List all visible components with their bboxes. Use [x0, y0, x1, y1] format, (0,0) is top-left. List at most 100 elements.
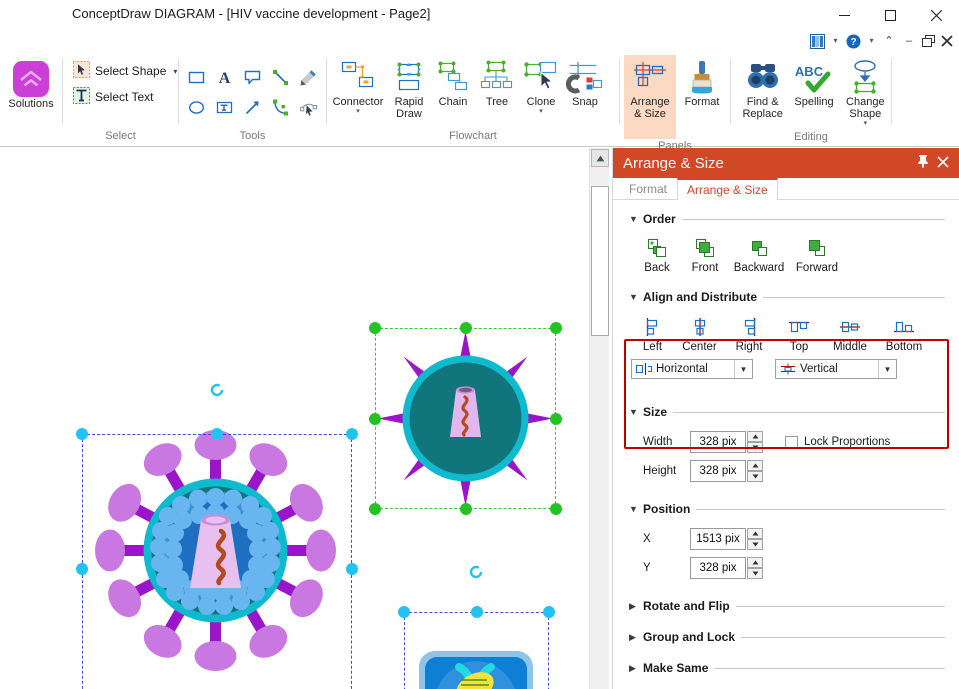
section-group-and-lock[interactable]: ▶ Group and Lock: [613, 626, 959, 648]
align-center-button[interactable]: Center: [676, 315, 723, 353]
edit-points-tool[interactable]: [295, 92, 323, 122]
order-backward-button[interactable]: Backward: [729, 236, 789, 274]
section-size[interactable]: ▼ Size: [613, 401, 959, 423]
section-position[interactable]: ▼ Position: [613, 498, 959, 520]
resize-handle-ne[interactable]: [550, 322, 562, 334]
doc-minimize-icon[interactable]: –: [900, 30, 918, 52]
y-stepper[interactable]: 328 pix: [690, 557, 763, 579]
align-bottom-button[interactable]: Bottom: [877, 315, 931, 353]
drawing-canvas[interactable]: [0, 148, 585, 689]
clone-dropdown-caret[interactable]: ▾: [539, 108, 543, 116]
resize-handle-sw[interactable]: [369, 503, 381, 515]
snap-button[interactable]: Snap: [563, 55, 607, 110]
doc-close-icon[interactable]: [939, 30, 955, 52]
arrange-size-button[interactable]: Arrange & Size: [624, 55, 676, 139]
resize-handle-nw[interactable]: [76, 428, 88, 440]
resize-handle-n[interactable]: [211, 428, 223, 440]
section-rotate-and-flip[interactable]: ▶ Rotate and Flip: [613, 595, 959, 617]
tab-format[interactable]: Format: [619, 178, 677, 199]
x-stepper[interactable]: 1513 pix: [690, 528, 763, 550]
connector-button[interactable]: Connector ▾: [329, 55, 387, 118]
select-shape-button[interactable]: Select Shape ▾: [71, 58, 181, 84]
align-middle-button[interactable]: Middle: [823, 315, 877, 353]
change-shape-dropdown-caret[interactable]: ▾: [864, 120, 868, 128]
width-decrement-button[interactable]: [747, 442, 763, 453]
help-dropdown-caret[interactable]: ▾: [865, 30, 878, 52]
tree-button[interactable]: Tree: [475, 55, 519, 110]
width-input[interactable]: 328 pix: [690, 431, 746, 453]
resize-handle-w[interactable]: [369, 412, 381, 425]
align-top-button[interactable]: Top: [775, 315, 823, 353]
help-icon[interactable]: ?: [844, 30, 863, 52]
resize-handle-se[interactable]: [550, 503, 562, 515]
ellipse-tool[interactable]: [183, 92, 211, 122]
align-right-button[interactable]: Right: [723, 315, 775, 353]
vertical-scrollbar[interactable]: [589, 148, 609, 689]
x-input[interactable]: 1513 pix: [690, 528, 746, 550]
callout-tool[interactable]: [239, 62, 267, 92]
resize-handle-n[interactable]: [470, 606, 483, 618]
y-increment-button[interactable]: [747, 557, 763, 568]
y-input[interactable]: 328 pix: [690, 557, 746, 579]
panels-dropdown-caret[interactable]: ▾: [829, 30, 842, 52]
doc-restore-icon[interactable]: [920, 30, 937, 52]
distribute-vertical-combo[interactable]: Vertical ▼: [775, 359, 897, 379]
tab-arrange-size[interactable]: Arrange & Size: [677, 178, 778, 200]
chevron-down-icon[interactable]: ▼: [878, 360, 896, 378]
distribute-horizontal-combo[interactable]: Horizontal ▼: [631, 359, 753, 379]
spelling-button[interactable]: ABC Spelling: [788, 55, 839, 110]
close-button[interactable]: [913, 0, 959, 30]
line-tool[interactable]: [267, 62, 295, 92]
order-back-button[interactable]: Back: [633, 236, 681, 274]
connector-dropdown-caret[interactable]: ▾: [356, 108, 360, 116]
resize-handle-nw[interactable]: [398, 606, 410, 618]
lock-proportions-checkbox[interactable]: Lock Proportions: [785, 435, 890, 449]
order-front-button[interactable]: Front: [681, 236, 729, 274]
minimize-button[interactable]: [821, 0, 867, 30]
scroll-up-button[interactable]: [591, 149, 609, 167]
align-left-button[interactable]: Left: [629, 315, 676, 353]
close-icon[interactable]: [933, 153, 953, 173]
rectangle-tool[interactable]: [183, 62, 211, 92]
chevron-down-icon[interactable]: ▼: [734, 360, 752, 378]
height-decrement-button[interactable]: [747, 471, 763, 482]
height-input[interactable]: 328 pix: [690, 460, 746, 482]
width-increment-button[interactable]: [747, 431, 763, 442]
resize-handle-e[interactable]: [550, 412, 562, 425]
rapid-draw-button[interactable]: Rapid Draw: [387, 55, 431, 122]
section-make-same[interactable]: ▶ Make Same: [613, 657, 959, 679]
x-increment-button[interactable]: [747, 528, 763, 539]
restore-ribbon-icon[interactable]: ⌃: [880, 30, 898, 52]
text-tool[interactable]: A: [211, 62, 239, 92]
rotation-handle-hiv-virus-large[interactable]: [209, 382, 225, 398]
chain-button[interactable]: Chain: [431, 55, 475, 110]
curve-tool[interactable]: [267, 92, 295, 122]
resize-handle-ne[interactable]: [543, 606, 555, 618]
panels-icon[interactable]: [808, 30, 827, 52]
text-box-tool[interactable]: [211, 92, 239, 122]
select-shape-dropdown-caret[interactable]: ▾: [173, 67, 177, 76]
section-order[interactable]: ▼ Order: [613, 208, 959, 230]
height-increment-button[interactable]: [747, 460, 763, 471]
change-shape-button[interactable]: Change Shape ▾: [840, 55, 891, 130]
section-align-distribute[interactable]: ▼ Align and Distribute: [613, 286, 959, 308]
width-stepper[interactable]: 328 pix: [690, 431, 763, 453]
find-replace-button[interactable]: Find & Replace: [737, 55, 788, 122]
resize-handle-w[interactable]: [76, 563, 88, 575]
order-forward-button[interactable]: Forward: [789, 236, 845, 274]
resize-handle-nw[interactable]: [369, 322, 381, 334]
y-decrement-button[interactable]: [747, 568, 763, 579]
clone-button[interactable]: Clone ▾: [519, 55, 563, 118]
format-button[interactable]: Format: [676, 55, 728, 110]
rotation-handle-dna-card[interactable]: [468, 564, 484, 580]
select-text-button[interactable]: Select Text: [71, 84, 157, 110]
resize-handle-ne[interactable]: [346, 428, 358, 440]
arrow-tool[interactable]: [239, 92, 267, 122]
pin-icon[interactable]: [913, 153, 933, 173]
maximize-button[interactable]: [867, 0, 913, 30]
pen-tool[interactable]: [295, 62, 323, 92]
scrollbar-thumb[interactable]: [591, 186, 609, 336]
resize-handle-e[interactable]: [346, 563, 358, 575]
resize-handle-s[interactable]: [459, 503, 472, 515]
x-decrement-button[interactable]: [747, 539, 763, 550]
